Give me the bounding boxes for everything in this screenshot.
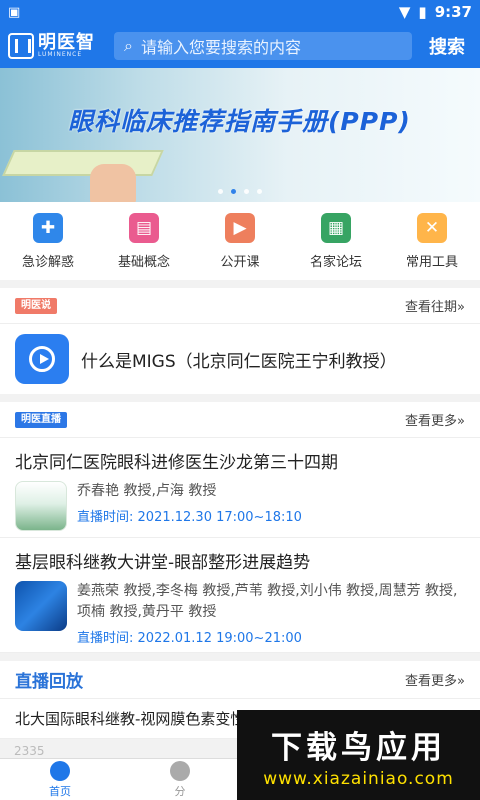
section-live-header: 明医直播 查看更多» <box>0 402 480 438</box>
live-thumbnail <box>15 581 67 631</box>
section-talk-tag: 明医说 <box>15 297 57 314</box>
battery-icon: ▮ <box>418 3 427 21</box>
live-time: 直播时间: 2021.12.30 17:00~18:10 <box>77 506 465 525</box>
menu-open-course[interactable]: ▶ 公开课 <box>195 212 285 270</box>
tools-icon: ✕ <box>417 212 447 243</box>
live-speakers: 乔春艳 教授,卢海 教授 <box>77 483 217 499</box>
clock: 9:37 <box>434 3 472 21</box>
nav-second[interactable]: 分 <box>120 759 240 800</box>
category-icon <box>170 760 190 781</box>
live-info: 姜燕荣 教授,李冬梅 教授,芦苇 教授,刘小伟 教授,周慧芳 教授,项楠 教授,… <box>77 581 465 646</box>
status-right: ▼ ▮ 9:37 <box>399 3 472 21</box>
banner[interactable]: 眼科临床推荐指南手册(PPP) <box>0 68 480 202</box>
banner-dot[interactable] <box>244 189 249 194</box>
quick-menu: ✚ 急诊解惑 ▤ 基础概念 ▶ 公开课 ▦ 名家论坛 ✕ 常用工具 <box>0 202 480 288</box>
logo-en: LUMINENCE <box>38 51 83 58</box>
live-time: 直播时间: 2022.01.12 19:00~21:00 <box>77 627 465 646</box>
view-more-live-link[interactable]: 查看更多» <box>405 410 465 429</box>
live-time-label: 直播时间: <box>77 510 134 525</box>
top-bar: 明医智 LUMINENCE ⌕ 请输入您要搜索的内容 搜索 <box>0 24 480 68</box>
logo-icon <box>8 33 34 59</box>
menu-label: 公开课 <box>220 254 260 270</box>
live-item[interactable]: 北京同仁医院眼科进修医生沙龙第三十四期 乔春艳 教授,卢海 教授 直播时间: 2… <box>0 438 480 538</box>
nav-home-label: 首页 <box>49 784 71 798</box>
menu-forum[interactable]: ▦ 名家论坛 <box>291 212 381 270</box>
signal-icon: ▼ <box>398 3 411 21</box>
forum-icon: ▦ <box>321 212 351 243</box>
menu-label: 急诊解惑 <box>21 254 74 270</box>
watermark-title: 下载鸟应用 <box>271 729 446 766</box>
live-info: 乔春艳 教授,卢海 教授 直播时间: 2021.12.30 17:00~18:1… <box>77 481 465 531</box>
book-icon: ▤ <box>129 212 159 243</box>
view-more-replay-link[interactable]: 查看更多» <box>405 670 465 689</box>
menu-emergency[interactable]: ✚ 急诊解惑 <box>3 212 93 270</box>
banner-pagination <box>0 189 480 194</box>
section-replay-title: 直播回放 <box>15 672 83 692</box>
banner-title: 眼科临床推荐指南手册(PPP) <box>68 107 411 136</box>
featured-video-item[interactable]: 什么是MIGS（北京同仁医院王宁利教授） <box>0 324 480 394</box>
menu-label: 名家论坛 <box>309 254 362 270</box>
menu-tools[interactable]: ✕ 常用工具 <box>387 212 477 270</box>
section-talk: 明医说 查看往期» 什么是MIGS（北京同仁医院王宁利教授） <box>0 288 480 394</box>
live-item[interactable]: 基层眼科继教大讲堂-眼部整形进展趋势 姜燕荣 教授,李冬梅 教授,芦苇 教授,刘… <box>0 538 480 653</box>
banner-book-image <box>2 150 164 176</box>
app-logo: 明医智 LUMINENCE <box>8 33 104 59</box>
live-speakers: 姜燕荣 教授,李冬梅 教授,芦苇 教授,刘小伟 教授,周慧芳 教授,项楠 教授,… <box>77 583 458 620</box>
banner-dot[interactable] <box>218 189 223 194</box>
live-time-value: 2022.01.12 19:00~21:00 <box>137 631 302 646</box>
view-count: 2335 <box>14 744 45 758</box>
search-placeholder: 请输入您要搜索的内容 <box>140 38 301 57</box>
live-body: 乔春艳 教授,卢海 教授 直播时间: 2021.12.30 17:00~18:1… <box>15 481 465 531</box>
search-icon: ⌕ <box>124 36 133 55</box>
section-replay-header: 直播回放 查看更多» <box>0 661 480 699</box>
watermark: 下载鸟应用 www.xiazainiao.com <box>237 710 480 800</box>
logo-cn: 明医智 <box>38 32 95 53</box>
home-icon <box>50 760 70 781</box>
live-time-value: 2021.12.30 17:00~18:10 <box>137 510 302 525</box>
nav-second-label: 分 <box>174 784 186 798</box>
live-time-label: 直播时间: <box>77 631 134 646</box>
banner-dot-active[interactable] <box>231 189 236 194</box>
section-talk-header: 明医说 查看往期» <box>0 288 480 324</box>
section-live: 明医直播 查看更多» 北京同仁医院眼科进修医生沙龙第三十四期 乔春艳 教授,卢海… <box>0 402 480 653</box>
logo-text: 明医智 LUMINENCE <box>38 34 95 58</box>
search-button[interactable]: 搜索 <box>422 33 472 59</box>
featured-video-title: 什么是MIGS（北京同仁医院王宁利教授） <box>81 351 397 372</box>
banner-dot[interactable] <box>257 189 262 194</box>
emergency-icon: ✚ <box>33 212 63 243</box>
search-input[interactable]: ⌕ 请输入您要搜索的内容 <box>114 32 412 60</box>
live-thumbnail <box>15 481 67 531</box>
section-live-tag: 明医直播 <box>15 411 67 428</box>
live-body: 姜燕荣 教授,李冬梅 教授,芦苇 教授,刘小伟 教授,周慧芳 教授,项楠 教授,… <box>15 581 465 646</box>
menu-basics[interactable]: ▤ 基础概念 <box>99 212 189 270</box>
menu-label: 常用工具 <box>405 254 458 270</box>
status-bar: ▣ ▼ ▮ 9:37 <box>0 0 480 24</box>
gallery-icon: ▣ <box>8 4 21 20</box>
live-title: 北京同仁医院眼科进修医生沙龙第三十四期 <box>15 453 338 473</box>
live-title: 基层眼科继教大讲堂-眼部整形进展趋势 <box>15 553 311 573</box>
menu-label: 基础概念 <box>117 254 170 270</box>
play-icon <box>15 334 69 384</box>
view-past-link[interactable]: 查看往期» <box>405 296 465 315</box>
banner-hand-image <box>90 164 136 202</box>
nav-home[interactable]: 首页 <box>0 759 120 800</box>
watermark-url: www.xiazainiao.com <box>263 768 454 789</box>
video-icon: ▶ <box>225 212 255 243</box>
